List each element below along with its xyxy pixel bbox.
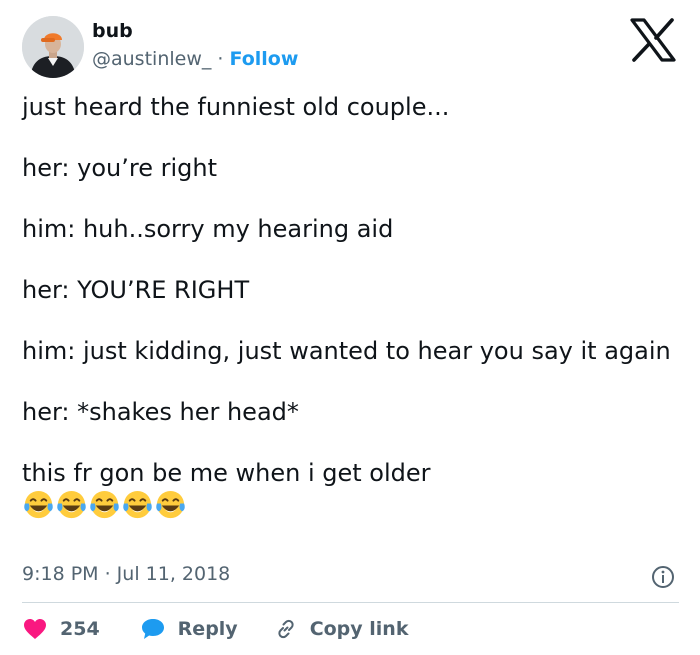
tears-of-joy-emoji-icon [24,490,53,518]
tweet-line: him: huh..sorry my hearing aid [22,215,394,243]
tweet-line: this fr gon be me when i get older [22,459,431,487]
author-name[interactable]: bub [92,20,133,42]
link-icon [278,619,294,639]
avatar-photo [22,16,84,78]
tweet-line: him: just kidding, just wanted to hear y… [22,337,671,365]
emoji-row [22,488,672,522]
tweet-line: just heard the funniest old couple... [22,93,450,121]
like-button[interactable]: 254 [22,617,100,641]
x-logo-icon[interactable] [628,18,678,62]
tweet-text: just heard the funniest old couple... he… [22,92,672,522]
tears-of-joy-emoji-icon [57,490,86,518]
author-handle-row: @austinlew_ · Follow [92,48,298,70]
reply-button[interactable]: Reply [140,617,238,641]
copy-link-button[interactable]: Copy link [274,617,409,641]
heart-icon [24,619,46,639]
tweet-line: her: you’re right [22,154,217,182]
reply-label: Reply [177,618,238,640]
follow-button[interactable]: Follow [230,48,299,70]
divider [22,602,679,603]
tweet-line: her: YOU’RE RIGHT [22,276,250,304]
copy-link-label: Copy link [309,618,409,640]
avatar[interactable] [22,16,84,78]
author-handle[interactable]: @austinlew_ [92,48,211,70]
separator: · [211,48,230,70]
info-icon[interactable] [651,565,675,589]
tears-of-joy-emoji-icon [90,490,119,518]
tears-of-joy-emoji-icon [123,490,152,518]
tweet-line: her: *shakes her head* [22,398,299,426]
like-count: 254 [60,618,100,640]
action-bar: 254 Reply Copy link [22,614,408,644]
tears-of-joy-emoji-icon [156,490,185,518]
tweet-timestamp[interactable]: 9:18 PM · Jul 11, 2018 [22,563,230,585]
speech-bubble-icon [141,619,164,639]
